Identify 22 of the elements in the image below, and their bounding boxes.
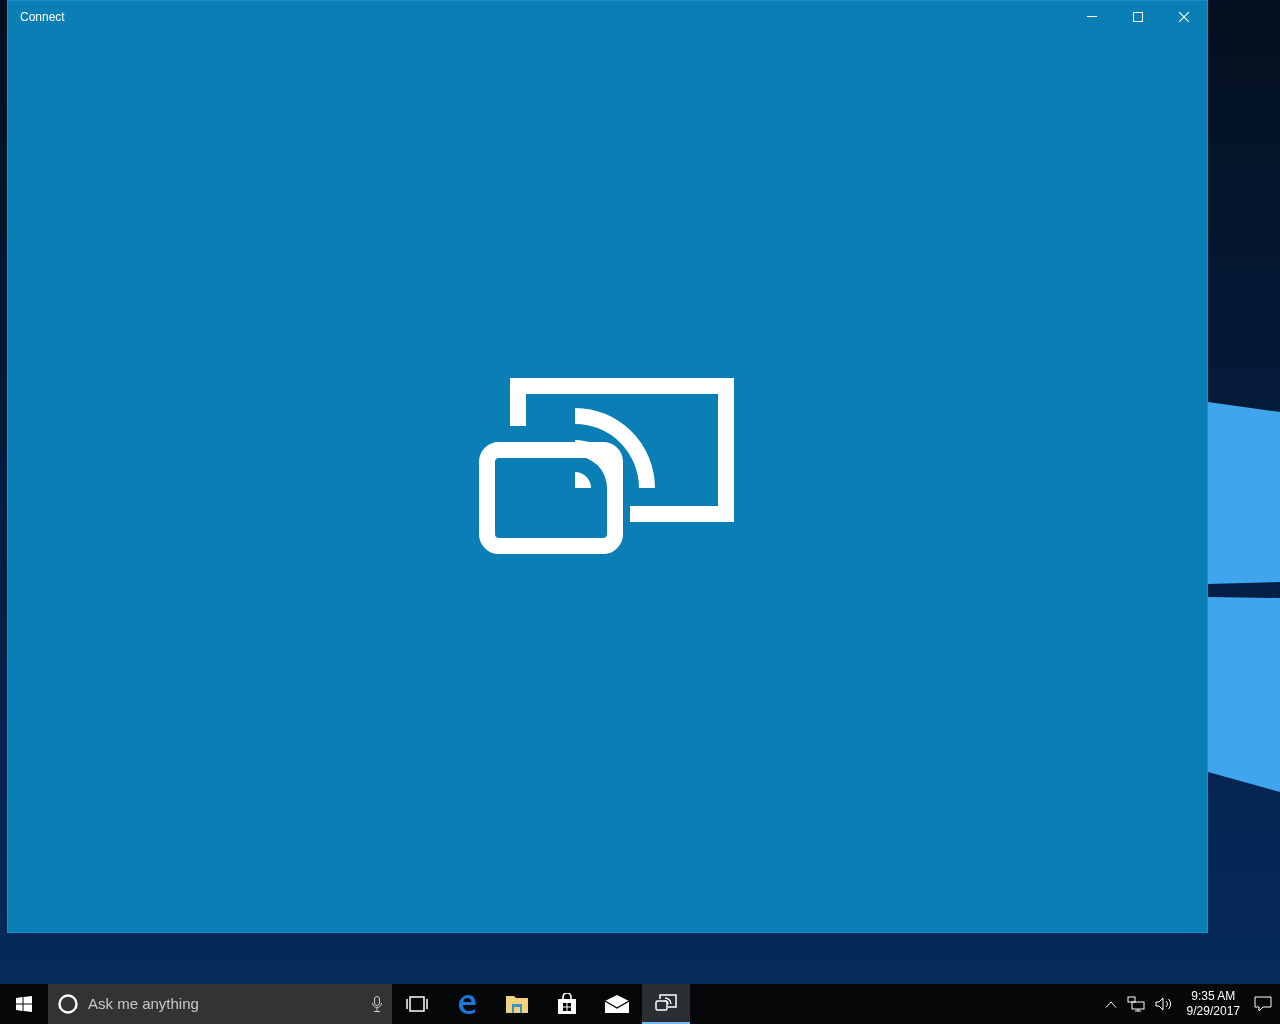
search-box[interactable]: Ask me anything — [48, 984, 392, 1024]
clock[interactable]: 9:35 AM 9/29/2017 — [1182, 989, 1244, 1019]
e-letter-icon — [456, 993, 478, 1015]
cast-icon — [478, 378, 737, 556]
minimize-icon — [1087, 16, 1097, 17]
chevron-up-icon — [1104, 1000, 1117, 1008]
taskbar-app-button[interactable] — [642, 984, 690, 1024]
task-view-icon — [406, 996, 428, 1012]
close-icon — [1179, 11, 1189, 22]
circle-icon — [58, 994, 78, 1014]
windows-icon — [16, 996, 32, 1012]
shopping-bag-icon — [557, 993, 577, 1015]
microphone-icon — [372, 996, 382, 1012]
speaker-icon — [1154, 997, 1173, 1011]
envelope-icon — [604, 995, 630, 1013]
cast-icon — [655, 994, 677, 1012]
notification-icon — [1254, 996, 1272, 1012]
folder-icon — [505, 994, 529, 1014]
window-title: Connect — [20, 8, 65, 26]
maximize-icon — [1133, 11, 1143, 22]
search-field[interactable]: Ask me anything — [88, 992, 362, 1016]
network-icon — [1126, 996, 1145, 1012]
